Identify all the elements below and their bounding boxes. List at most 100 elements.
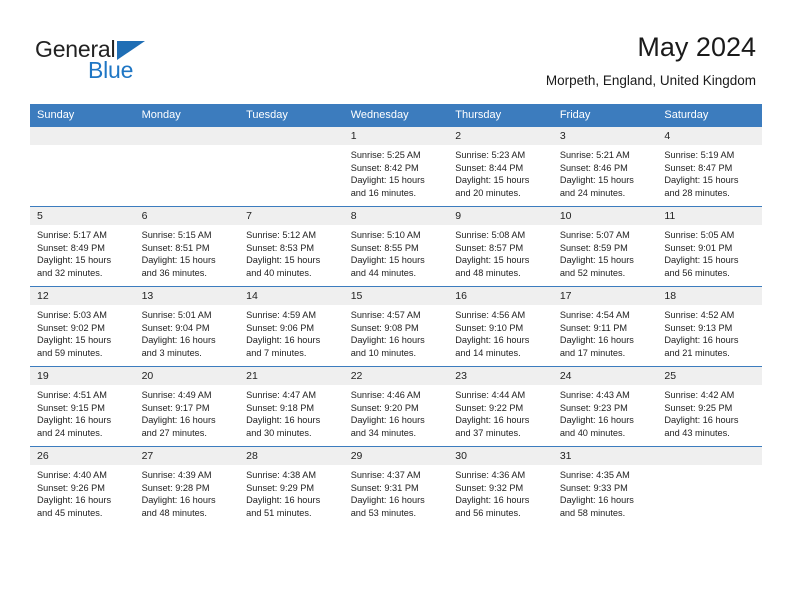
sunset-text: Sunset: 9:17 PM [141, 402, 210, 413]
calendar-day-cell[interactable]: 31 Sunrise: 4:35 AM Sunset: 9:33 PM Dayligh… [552, 446, 658, 526]
daylight-text-line2: and 40 minutes. [559, 427, 626, 438]
calendar-day-cell[interactable]: 18 Sunrise: 4:52 AM Sunset: 9:13 PM Dayligh… [657, 286, 762, 367]
day-details: Sunrise: 4:42 AM Sunset: 9:25 PM Daylight:… [657, 385, 762, 439]
weekday-header-wednesday: Wednesday [343, 104, 449, 127]
day-number: 9 [448, 207, 553, 225]
day-details: Sunrise: 4:57 AM Sunset: 9:08 PM Daylight:… [344, 305, 449, 359]
daylight-text-line1: Daylight: 15 hours [664, 175, 739, 186]
daylight-text-line1: Daylight: 16 hours [246, 495, 321, 506]
daylight-text-line1: Daylight: 15 hours [37, 335, 112, 346]
daylight-text-line1: Daylight: 16 hours [559, 335, 634, 346]
day-number: 4 [657, 127, 762, 145]
sunrise-text: Sunrise: 4:49 AM [141, 390, 212, 400]
daylight-text-line1: Daylight: 16 hours [37, 415, 112, 426]
calendar-day-cell[interactable]: 15 Sunrise: 4:57 AM Sunset: 9:08 PM Dayligh… [343, 286, 449, 367]
sunset-text: Sunset: 9:15 PM [37, 402, 105, 413]
sunset-text: Sunset: 9:20 PM [350, 402, 419, 413]
calendar-day-cell[interactable]: 3 Sunrise: 5:21 AM Sunset: 8:46 PM Daylight… [552, 126, 658, 207]
daylight-text-line1: Daylight: 15 hours [455, 175, 530, 186]
calendar-body: 1 Sunrise: 5:25 AM Sunset: 8:42 PM Daylight… [30, 126, 762, 526]
day-number: 24 [552, 367, 658, 385]
day-number: 14 [239, 287, 344, 305]
calendar-day-cell[interactable]: 17 Sunrise: 4:54 AM Sunset: 9:11 PM Dayligh… [552, 286, 658, 367]
calendar-page: General Blue May 2024 Morpeth, England, … [0, 0, 792, 612]
day-number: 11 [657, 207, 762, 225]
calendar-day-cell[interactable]: 27 Sunrise: 4:39 AM Sunset: 9:28 PM Dayligh… [134, 446, 240, 526]
calendar-day-cell[interactable]: 12 Sunrise: 5:03 AM Sunset: 9:02 PM Dayligh… [30, 286, 135, 367]
calendar-day-cell[interactable]: 6 Sunrise: 5:15 AM Sunset: 8:51 PM Daylight… [134, 206, 240, 287]
general-blue-logo[interactable]: General Blue [35, 36, 265, 88]
sunset-text: Sunset: 9:23 PM [559, 402, 628, 413]
day-number [657, 447, 762, 465]
sunrise-text: Sunrise: 5:05 AM [664, 230, 735, 240]
day-details: Sunrise: 5:19 AM Sunset: 8:47 PM Daylight:… [657, 145, 762, 199]
calendar-day-cell[interactable]: 9 Sunrise: 5:08 AM Sunset: 8:57 PM Daylight… [448, 206, 553, 287]
calendar-day-cell[interactable]: 10 Sunrise: 5:07 AM Sunset: 8:59 PM Dayligh… [552, 206, 658, 287]
sunrise-text: Sunrise: 4:54 AM [559, 310, 630, 320]
day-number: 25 [657, 367, 762, 385]
sunset-text: Sunset: 9:11 PM [559, 322, 628, 333]
daylight-text-line2: and 59 minutes. [37, 347, 103, 358]
day-number: 22 [343, 367, 449, 385]
title-block: May 2024 Morpeth, England, United Kingdo… [546, 30, 756, 91]
sunset-text: Sunset: 8:57 PM [455, 242, 524, 253]
calendar-day-cell[interactable]: 8 Sunrise: 5:10 AM Sunset: 8:55 PM Daylight… [343, 206, 449, 287]
day-details: Sunrise: 4:51 AM Sunset: 9:15 PM Daylight:… [30, 385, 135, 439]
daylight-text-line2: and 56 minutes. [664, 267, 730, 278]
sunrise-text: Sunrise: 5:23 AM [455, 150, 526, 160]
sunrise-text: Sunrise: 4:40 AM [37, 470, 107, 480]
calendar-day-cell[interactable]: 13 Sunrise: 5:01 AM Sunset: 9:04 PM Dayligh… [134, 286, 240, 367]
calendar-day-cell[interactable]: 26 Sunrise: 4:40 AM Sunset: 9:26 PM Dayligh… [30, 446, 135, 526]
sunrise-text: Sunrise: 5:19 AM [664, 150, 735, 160]
calendar-week-row: 5 Sunrise: 5:17 AM Sunset: 8:49 PM Daylight… [30, 206, 762, 287]
daylight-text-line2: and 20 minutes. [455, 187, 521, 198]
calendar-day-cell[interactable]: 20 Sunrise: 4:49 AM Sunset: 9:17 PM Dayligh… [134, 366, 240, 447]
calendar-day-cell[interactable]: 24 Sunrise: 4:43 AM Sunset: 9:23 PM Dayligh… [552, 366, 658, 447]
calendar-day-cell-empty [134, 126, 240, 207]
day-details: Sunrise: 4:37 AM Sunset: 9:31 PM Daylight:… [344, 465, 449, 519]
calendar-day-cell[interactable]: 21 Sunrise: 4:47 AM Sunset: 9:18 PM Dayligh… [239, 366, 344, 447]
daylight-text-line2: and 3 minutes. [141, 347, 202, 358]
daylight-text-line1: Daylight: 16 hours [664, 415, 739, 426]
daylight-text-line1: Daylight: 16 hours [350, 415, 425, 426]
calendar-day-cell[interactable]: 16 Sunrise: 4:56 AM Sunset: 9:10 PM Dayligh… [448, 286, 553, 367]
sunset-text: Sunset: 9:10 PM [455, 322, 524, 333]
day-details: Sunrise: 4:49 AM Sunset: 9:17 PM Daylight:… [135, 385, 240, 439]
day-details: Sunrise: 5:01 AM Sunset: 9:04 PM Daylight:… [135, 305, 240, 359]
calendar-day-cell[interactable]: 30 Sunrise: 4:36 AM Sunset: 9:32 PM Dayligh… [448, 446, 553, 526]
calendar-day-cell[interactable]: 4 Sunrise: 5:19 AM Sunset: 8:47 PM Daylight… [657, 126, 762, 207]
calendar-week-row: 1 Sunrise: 5:25 AM Sunset: 8:42 PM Daylight… [30, 126, 762, 207]
sunrise-text: Sunrise: 5:21 AM [559, 150, 630, 160]
day-details: Sunrise: 4:56 AM Sunset: 9:10 PM Daylight:… [448, 305, 553, 359]
sunset-text: Sunset: 8:53 PM [246, 242, 315, 253]
calendar-day-cell[interactable]: 11 Sunrise: 5:05 AM Sunset: 9:01 PM Dayligh… [657, 206, 762, 287]
calendar-day-cell[interactable]: 2 Sunrise: 5:23 AM Sunset: 8:44 PM Daylight… [448, 126, 553, 207]
calendar-week-row: 26 Sunrise: 4:40 AM Sunset: 9:26 PM Dayligh… [30, 446, 762, 526]
day-details: Sunrise: 5:07 AM Sunset: 8:59 PM Daylight:… [553, 225, 658, 279]
calendar-day-cell[interactable]: 22 Sunrise: 4:46 AM Sunset: 9:20 PM Dayligh… [343, 366, 449, 447]
daylight-text-line1: Daylight: 15 hours [37, 255, 112, 266]
calendar-day-cell[interactable]: 5 Sunrise: 5:17 AM Sunset: 8:49 PM Daylight… [30, 206, 135, 287]
calendar-day-cell[interactable]: 29 Sunrise: 4:37 AM Sunset: 9:31 PM Dayligh… [343, 446, 449, 526]
calendar-day-cell[interactable]: 23 Sunrise: 4:44 AM Sunset: 9:22 PM Dayligh… [448, 366, 553, 447]
daylight-text-line2: and 17 minutes. [559, 347, 626, 358]
day-details: Sunrise: 4:52 AM Sunset: 9:13 PM Daylight:… [657, 305, 762, 359]
calendar-day-cell[interactable]: 25 Sunrise: 4:42 AM Sunset: 9:25 PM Dayligh… [657, 366, 762, 447]
day-number: 8 [343, 207, 449, 225]
sunrise-text: Sunrise: 4:39 AM [141, 470, 212, 480]
calendar-day-cell[interactable]: 14 Sunrise: 4:59 AM Sunset: 9:06 PM Dayligh… [239, 286, 344, 367]
calendar-day-cell[interactable]: 19 Sunrise: 4:51 AM Sunset: 9:15 PM Dayligh… [30, 366, 135, 447]
day-number: 26 [30, 447, 135, 465]
daylight-text-line2: and 30 minutes. [246, 427, 312, 438]
calendar-day-cell[interactable]: 7 Sunrise: 5:12 AM Sunset: 8:53 PM Daylight… [239, 206, 344, 287]
calendar-day-cell[interactable]: 28 Sunrise: 4:38 AM Sunset: 9:29 PM Dayligh… [239, 446, 344, 526]
daylight-text-line1: Daylight: 16 hours [455, 415, 530, 426]
sunset-text: Sunset: 8:55 PM [350, 242, 419, 253]
daylight-text-line2: and 48 minutes. [141, 507, 207, 518]
daylight-text-line2: and 37 minutes. [455, 427, 521, 438]
day-number: 21 [239, 367, 344, 385]
calendar-day-cell[interactable]: 1 Sunrise: 5:25 AM Sunset: 8:42 PM Daylight… [343, 126, 449, 207]
day-details: Sunrise: 5:05 AM Sunset: 9:01 PM Daylight:… [657, 225, 762, 279]
day-details: Sunrise: 5:08 AM Sunset: 8:57 PM Daylight:… [448, 225, 553, 279]
sunset-text: Sunset: 9:29 PM [246, 482, 315, 493]
